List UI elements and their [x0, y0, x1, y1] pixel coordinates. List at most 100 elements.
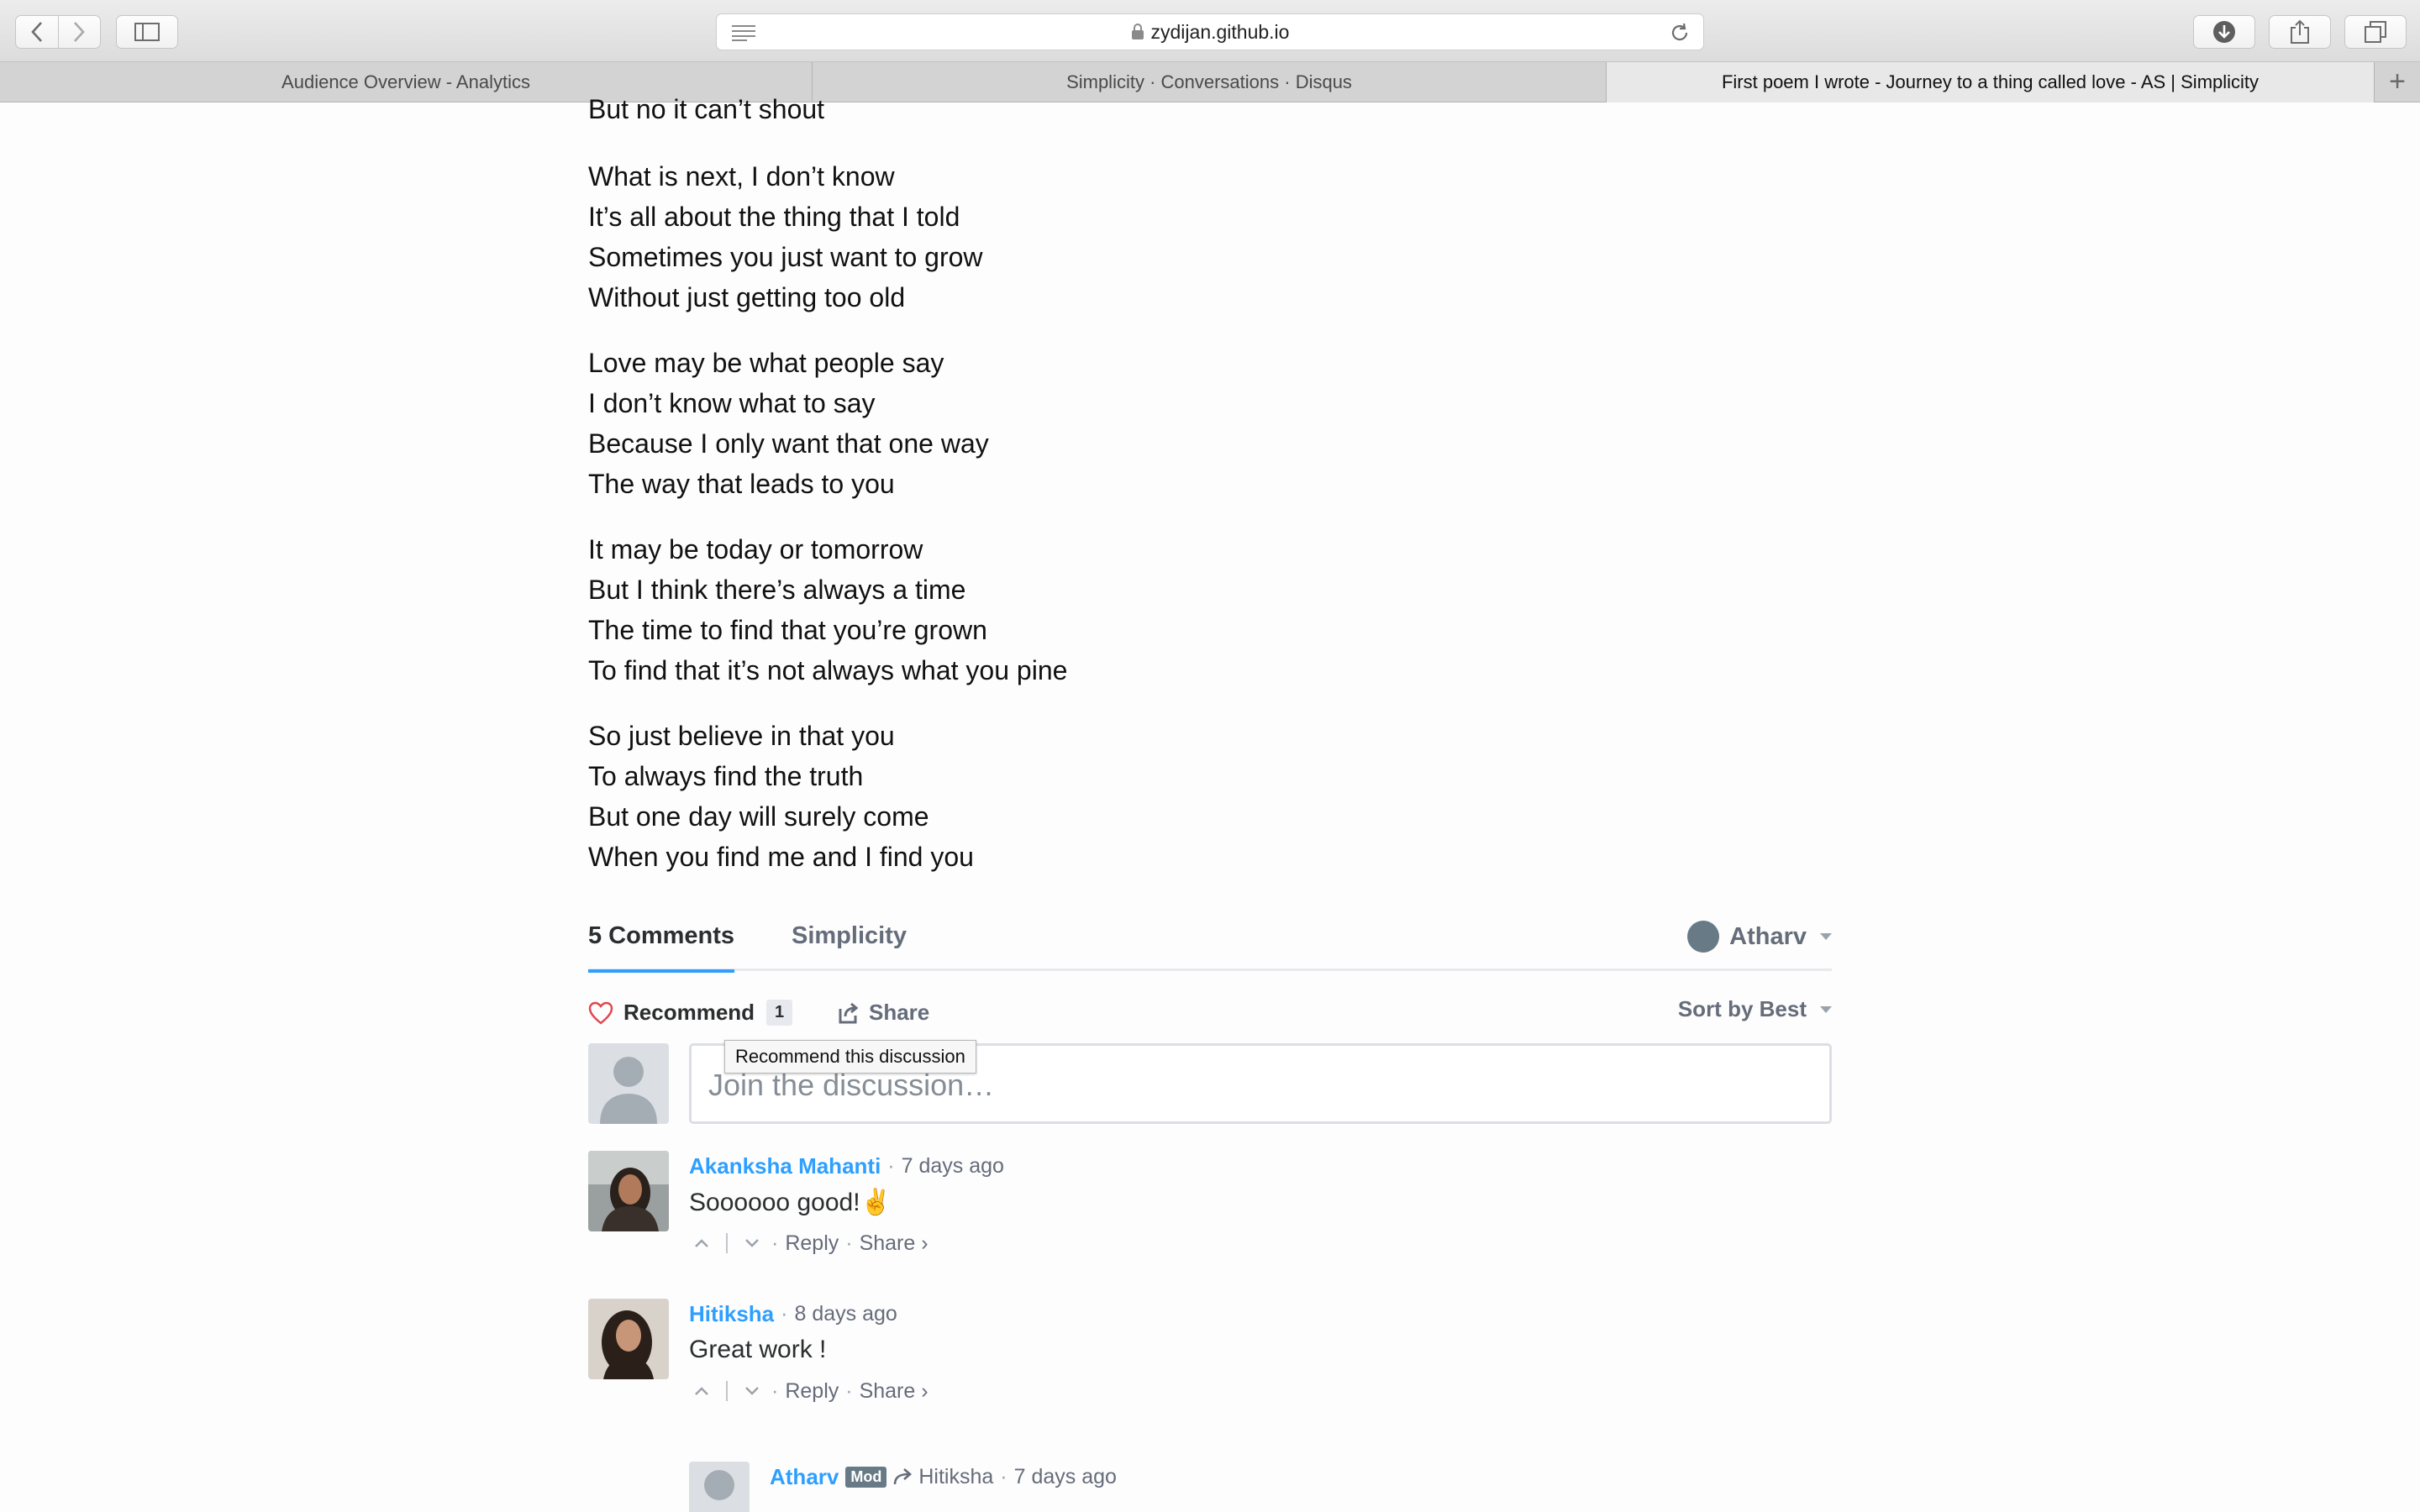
user-avatar-icon — [1687, 921, 1720, 953]
tab-title: First poem I wrote - Journey to a thing … — [1721, 71, 2260, 92]
disqus-nav: 5 Comments Simplicity Atharv — [588, 912, 1832, 973]
poem-line: To always find the truth — [588, 761, 864, 791]
sidebar-toggle-button[interactable] — [116, 15, 178, 49]
moderator-badge: Mod — [845, 1466, 887, 1488]
comment-meta: Akanksha Mahanti · 7 days ago — [689, 1152, 1004, 1179]
share-discussion-button[interactable]: Share — [837, 1000, 929, 1026]
poem-line: To find that it’s not always what you pi… — [588, 655, 1068, 685]
recommend-label: Recommend — [623, 1000, 755, 1025]
sidebar-icon — [134, 23, 160, 41]
downvote-button[interactable] — [739, 1231, 765, 1256]
poem-line: I don’t know what to say — [588, 388, 876, 418]
poem-line: The way that leads to you — [588, 469, 895, 499]
reply-link[interactable]: Reply — [785, 1379, 839, 1404]
poem-line: But I think there’s always a time — [588, 575, 966, 605]
tab-disqus[interactable]: Simplicity · Conversations · Disqus — [813, 62, 1607, 102]
sort-dropdown[interactable]: Sort by Best — [1678, 996, 1832, 1022]
comment-meta: Atharv Mod Hitiksha · 7 days ago — [770, 1463, 1117, 1490]
default-avatar-icon[interactable] — [689, 1462, 750, 1512]
new-tab-button[interactable]: + — [2375, 62, 2420, 102]
lock-icon — [1131, 24, 1144, 39]
comments-count-tab[interactable]: 5 Comments — [588, 922, 735, 973]
forward-button[interactable] — [59, 16, 101, 48]
poem-line: Because I only want that one way — [588, 428, 989, 459]
heart-icon — [588, 1001, 613, 1025]
reader-icon[interactable] — [732, 24, 755, 41]
comment-text: Great work ! — [689, 1336, 827, 1363]
reply-link[interactable]: Reply — [785, 1231, 839, 1256]
comment-time[interactable]: 7 days ago — [1014, 1465, 1117, 1489]
back-button[interactable] — [16, 16, 59, 48]
reply-target[interactable]: Hitiksha — [918, 1465, 993, 1489]
poem-line: The time to find that you’re grown — [588, 615, 987, 645]
poem-stanza: So just believe in that you To always fi… — [588, 716, 1849, 877]
chevron-right-icon — [74, 22, 86, 42]
chevron-left-icon — [30, 22, 42, 42]
comment-time[interactable]: 7 days ago — [902, 1154, 1004, 1179]
poem-line: Love may be what people say — [588, 348, 944, 378]
user-menu[interactable]: Atharv — [1687, 921, 1832, 953]
comment-author[interactable]: Hitiksha — [689, 1301, 774, 1327]
discussion-actions: Recommend 1 Share Sort by Best — [588, 971, 1832, 1043]
poem-stanza: Love may be what people say I don’t know… — [588, 343, 1849, 504]
share-toolbar-button[interactable] — [2269, 15, 2331, 49]
chevron-down-icon — [745, 1387, 759, 1395]
tabs-overview-icon — [2365, 21, 2386, 43]
poem-line: It’s all about the thing that I told — [588, 202, 960, 232]
default-avatar-icon — [588, 1043, 669, 1124]
browser-toolbar: zydijan.github.io — [0, 0, 2420, 62]
upvote-button[interactable] — [689, 1231, 714, 1256]
share-link[interactable]: Share › — [860, 1379, 929, 1404]
poem-line: But no it can’t shout — [588, 94, 825, 124]
navigation-buttons — [15, 15, 101, 49]
downloads-button[interactable] — [2193, 15, 2255, 49]
caret-down-icon — [1820, 1005, 1832, 1013]
tab-bar: Audience Overview - Analytics Simplicity… — [0, 62, 2420, 102]
tab-title: Simplicity · Conversations · Disqus — [1066, 71, 1352, 92]
reply-arrow-icon — [894, 1468, 913, 1485]
disqus-thread: 5 Comments Simplicity Atharv Recommend 1… — [588, 912, 1832, 1446]
comment-author[interactable]: Atharv — [770, 1464, 839, 1490]
caret-down-icon — [1820, 933, 1832, 940]
poem-line: But one day will surely come — [588, 801, 929, 832]
upvote-button[interactable] — [689, 1378, 714, 1404]
share-icon — [2291, 19, 2309, 44]
share-link[interactable]: Share › — [860, 1231, 929, 1256]
sort-label: Sort by Best — [1677, 996, 1807, 1021]
forum-tab[interactable]: Simplicity — [792, 922, 907, 950]
poem-stanza: What is next, I don’t know It’s all abou… — [588, 156, 1849, 318]
show-all-tabs-button[interactable] — [2344, 15, 2407, 49]
comment: Hitiksha · 8 days ago Great work ! · Rep… — [588, 1299, 1832, 1446]
comment-text: Soooooo good!✌ — [689, 1189, 892, 1216]
share-label: Share — [869, 1000, 930, 1025]
comment-author[interactable]: Akanksha Mahanti — [689, 1153, 881, 1179]
tab-title: Audience Overview - Analytics — [281, 71, 530, 92]
poem-line: Sometimes you just want to grow — [588, 242, 983, 272]
reload-icon[interactable] — [1670, 23, 1690, 43]
poem-line: It may be today or tomorrow — [588, 534, 923, 564]
tab-poem[interactable]: First poem I wrote - Journey to a thing … — [1607, 62, 2375, 102]
user-name: Atharv — [1729, 922, 1807, 950]
comment: Akanksha Mahanti · 7 days ago Soooooo go… — [588, 1151, 1832, 1299]
commenter-avatar[interactable] — [588, 1299, 669, 1379]
address-bar[interactable]: zydijan.github.io — [716, 13, 1704, 50]
commenter-avatar[interactable] — [588, 1151, 669, 1231]
recommend-button[interactable]: Recommend 1 — [588, 1000, 793, 1026]
recommend-count-badge: 1 — [766, 1000, 793, 1026]
comment-actions: · Reply · Share › — [689, 1226, 1832, 1260]
downvote-button[interactable] — [739, 1378, 765, 1404]
comment-time[interactable]: 8 days ago — [794, 1302, 897, 1326]
poem-line: So just believe in that you — [588, 721, 895, 751]
recommend-tooltip: Recommend this discussion — [724, 1040, 976, 1074]
comment-meta: Hitiksha · 8 days ago — [689, 1300, 897, 1327]
plus-icon: + — [2389, 66, 2406, 97]
share-arrow-icon — [839, 1002, 859, 1023]
chevron-up-icon — [695, 1387, 708, 1395]
poem-line: What is next, I don’t know — [588, 161, 895, 192]
chevron-up-icon — [695, 1239, 708, 1247]
poem-stanza: It may be today or tomorrow But I think … — [588, 529, 1849, 690]
chevron-down-icon — [745, 1239, 759, 1247]
poem-line: When you find me and I find you — [588, 842, 974, 872]
comment-actions: · Reply · Share › — [689, 1374, 1832, 1408]
poem-line: Without just getting too old — [588, 282, 906, 312]
